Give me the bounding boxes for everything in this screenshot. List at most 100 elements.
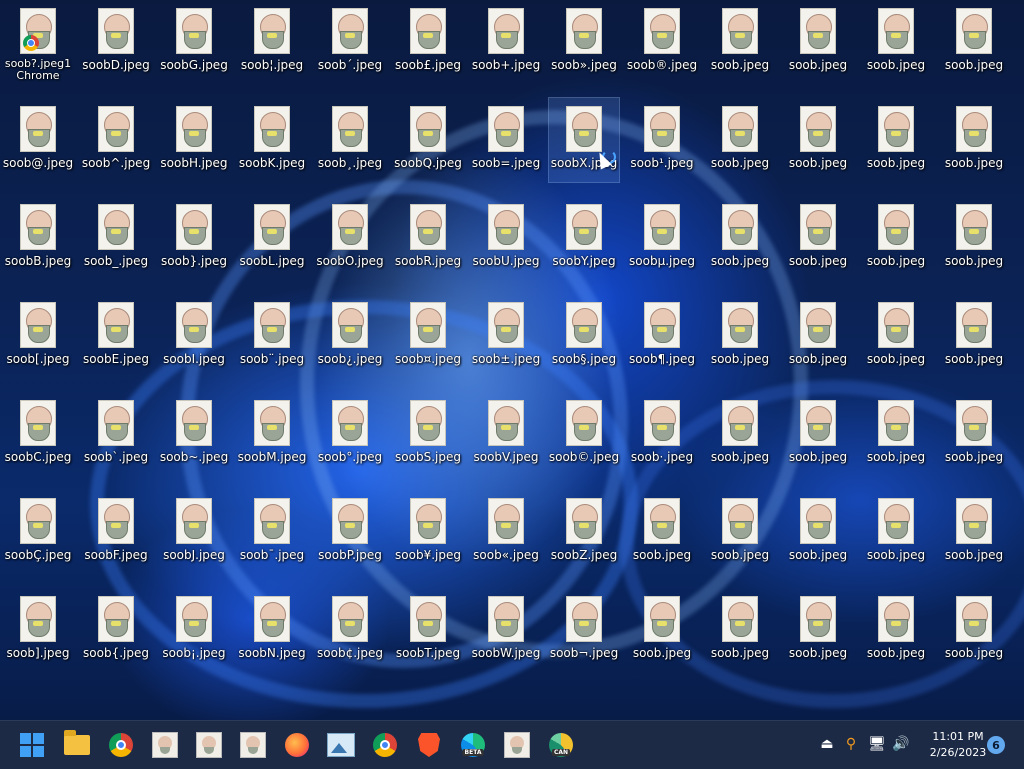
desktop-icon-file[interactable]: soobÇ.jpeg	[3, 490, 73, 574]
desktop-icon-file[interactable]: soobK.jpeg	[237, 98, 307, 182]
desktop-icon-file[interactable]: soob¬.jpeg	[549, 588, 619, 672]
desktop-icon-file[interactable]: soob.jpeg	[783, 98, 853, 182]
desktop-icon-file[interactable]: soob´.jpeg	[315, 0, 385, 84]
desktop-icon-file[interactable]: soobB.jpeg	[3, 196, 73, 280]
desktop-icon-file[interactable]: soob¡.jpeg	[159, 588, 229, 672]
desktop-icon-file[interactable]: soobW.jpeg	[471, 588, 541, 672]
desktop-icon-file[interactable]: soob».jpeg	[549, 0, 619, 84]
desktop-icon-file[interactable]: soob.jpeg	[783, 0, 853, 84]
desktop-icon-file[interactable]: soob¦.jpeg	[237, 0, 307, 84]
taskbar-edge-beta[interactable]: BETA	[455, 727, 491, 763]
desktop-icon-file[interactable]: soob`.jpeg	[81, 392, 151, 476]
network-icon[interactable]: 🖥	[868, 735, 886, 753]
desktop-icon-file[interactable]: soob.jpeg	[861, 196, 931, 280]
desktop-icon-file[interactable]: soob®.jpeg	[627, 0, 697, 84]
taskbar-chrome[interactable]	[103, 727, 139, 763]
desktop-icon-file[interactable]: soob°.jpeg	[315, 392, 385, 476]
desktop-icon-file[interactable]: soob¤.jpeg	[393, 294, 463, 378]
taskbar-file-explorer[interactable]	[59, 727, 95, 763]
taskbar-image-2[interactable]	[191, 727, 227, 763]
desktop-icon-file[interactable]: soob.jpeg	[861, 0, 931, 84]
desktop-icon-file[interactable]: soobN.jpeg	[237, 588, 307, 672]
desktop-icon-file[interactable]: soob¨.jpeg	[237, 294, 307, 378]
desktop-icon-file[interactable]: soob.jpeg	[783, 294, 853, 378]
desktop-icon-file[interactable]: soob.jpeg	[783, 588, 853, 672]
desktop-icon-file[interactable]: soobF.jpeg	[81, 490, 151, 574]
desktop-icon-file[interactable]: soob.jpeg	[939, 196, 1009, 280]
desktop-icon-file[interactable]: soob.jpeg	[705, 98, 775, 182]
taskbar-photos[interactable]	[323, 727, 359, 763]
volume-icon[interactable]: 🔊	[892, 735, 910, 753]
desktop-icon-file[interactable]: soob[.jpeg	[3, 294, 73, 378]
desktop-icon-file[interactable]: soob¶.jpeg	[627, 294, 697, 378]
desktop-icon-file[interactable]: soob.jpeg	[939, 0, 1009, 84]
desktop-icon-file[interactable]: soob¸.jpeg	[315, 98, 385, 182]
desktop-icon-file[interactable]: soobY.jpeg	[549, 196, 619, 280]
clock[interactable]: 11:01 PM 2/26/2023	[918, 729, 998, 761]
desktop-icon-file[interactable]: soob}.jpeg	[159, 196, 229, 280]
desktop-icon-file[interactable]: soobM.jpeg	[237, 392, 307, 476]
desktop-icon-file[interactable]: soob.jpeg	[705, 490, 775, 574]
desktop-icon-file[interactable]: soob.jpeg	[861, 294, 931, 378]
usb-drive-icon[interactable]: ⏏	[818, 735, 836, 753]
taskbar-image-4[interactable]	[499, 727, 535, 763]
desktop-icon-file[interactable]: soob.jpeg	[783, 196, 853, 280]
desktop-icon-file[interactable]: soobP.jpeg	[315, 490, 385, 574]
desktop-icon-file[interactable]: soob].jpeg	[3, 588, 73, 672]
desktop-icon-file[interactable]: soob^.jpeg	[81, 98, 151, 182]
desktop-icon-file[interactable]: soob.jpeg	[705, 196, 775, 280]
desktop-icon-file[interactable]: soobH.jpeg	[159, 98, 229, 182]
start-button[interactable]	[14, 727, 50, 763]
desktop-icon-file[interactable]: soob¹.jpeg	[627, 98, 697, 182]
desktop-icon-file[interactable]: soob.jpeg	[783, 392, 853, 476]
desktop-icon-file[interactable]: soobI.jpeg	[159, 294, 229, 378]
desktop-icon-file[interactable]: soob.jpeg	[783, 490, 853, 574]
desktop-icon-file[interactable]: soob.jpeg	[627, 490, 697, 574]
desktop-icon-file[interactable]: soob+.jpeg	[471, 0, 541, 84]
desktop-icon-file[interactable]: soob=.jpeg	[471, 98, 541, 182]
desktop-icon-file[interactable]: soob¿.jpeg	[315, 294, 385, 378]
taskbar-firefox[interactable]	[279, 727, 315, 763]
desktop-icon-file[interactable]: soob¯.jpeg	[237, 490, 307, 574]
desktop-icon-file[interactable]: soob.jpeg	[627, 588, 697, 672]
desktop-icon-file[interactable]: soob.jpeg	[705, 392, 775, 476]
desktop-icon-file[interactable]: soob§.jpeg	[549, 294, 619, 378]
desktop-icon-file[interactable]: soobU.jpeg	[471, 196, 541, 280]
desktop-icon-file[interactable]: soobQ.jpeg	[393, 98, 463, 182]
desktop-icon-file[interactable]: soob±.jpeg	[471, 294, 541, 378]
desktop-icon-file[interactable]: soobV.jpeg	[471, 392, 541, 476]
notification-badge[interactable]: 6	[987, 736, 1005, 754]
desktop[interactable]: soob?.jpeg1 Chrome soob@.jpeg soobB.jpeg soo…	[0, 0, 1024, 720]
taskbar-chrome-2[interactable]	[367, 727, 403, 763]
desktop-icon-file[interactable]: soob.jpeg	[939, 294, 1009, 378]
desktop-icon-file[interactable]: soobT.jpeg	[393, 588, 463, 672]
desktop-icon-file[interactable]: soob.jpeg	[861, 490, 931, 574]
taskbar-image-1[interactable]	[147, 727, 183, 763]
desktop-icon-file[interactable]: soob@.jpeg	[3, 98, 73, 182]
desktop-icon-file[interactable]: soob.jpeg	[861, 98, 931, 182]
desktop-icon-file[interactable]: soob«.jpeg	[471, 490, 541, 574]
desktop-icon-file[interactable]: soobµ.jpeg	[627, 196, 697, 280]
desktop-icon-file[interactable]: soob·.jpeg	[627, 392, 697, 476]
desktop-icon-file[interactable]: soobD.jpeg	[81, 0, 151, 84]
taskbar-brave[interactable]	[411, 727, 447, 763]
desktop-icon-file[interactable]: soobR.jpeg	[393, 196, 463, 280]
desktop-icon-file[interactable]: soobS.jpeg	[393, 392, 463, 476]
taskbar-image-3[interactable]	[235, 727, 271, 763]
desktop-icon-file[interactable]: soob.jpeg	[861, 392, 931, 476]
desktop-icon-file[interactable]: soob.jpeg	[939, 588, 1009, 672]
desktop-icon-file[interactable]: soob{.jpeg	[81, 588, 151, 672]
desktop-icon-file[interactable]: soobZ.jpeg	[549, 490, 619, 574]
desktop-icon-file[interactable]: soob¥.jpeg	[393, 490, 463, 574]
desktop-icon-file[interactable]: soob.jpeg	[861, 588, 931, 672]
desktop-icon-file[interactable]: soobC.jpeg	[3, 392, 73, 476]
desktop-icon-file[interactable]: soob.jpeg	[705, 588, 775, 672]
taskbar-edge-canary[interactable]: CAN	[543, 727, 579, 763]
desktop-icon-file[interactable]: soobO.jpeg	[315, 196, 385, 280]
desktop-icon-file[interactable]: soobE.jpeg	[81, 294, 151, 378]
desktop-icon-file[interactable]: soob£.jpeg	[393, 0, 463, 84]
desktop-icon-file[interactable]: soobJ.jpeg	[159, 490, 229, 574]
desktop-icon-file[interactable]: soobX.jpeg	[548, 97, 620, 183]
desktop-icon-file[interactable]: soobG.jpeg	[159, 0, 229, 84]
desktop-icon-file[interactable]: soob~.jpeg	[159, 392, 229, 476]
